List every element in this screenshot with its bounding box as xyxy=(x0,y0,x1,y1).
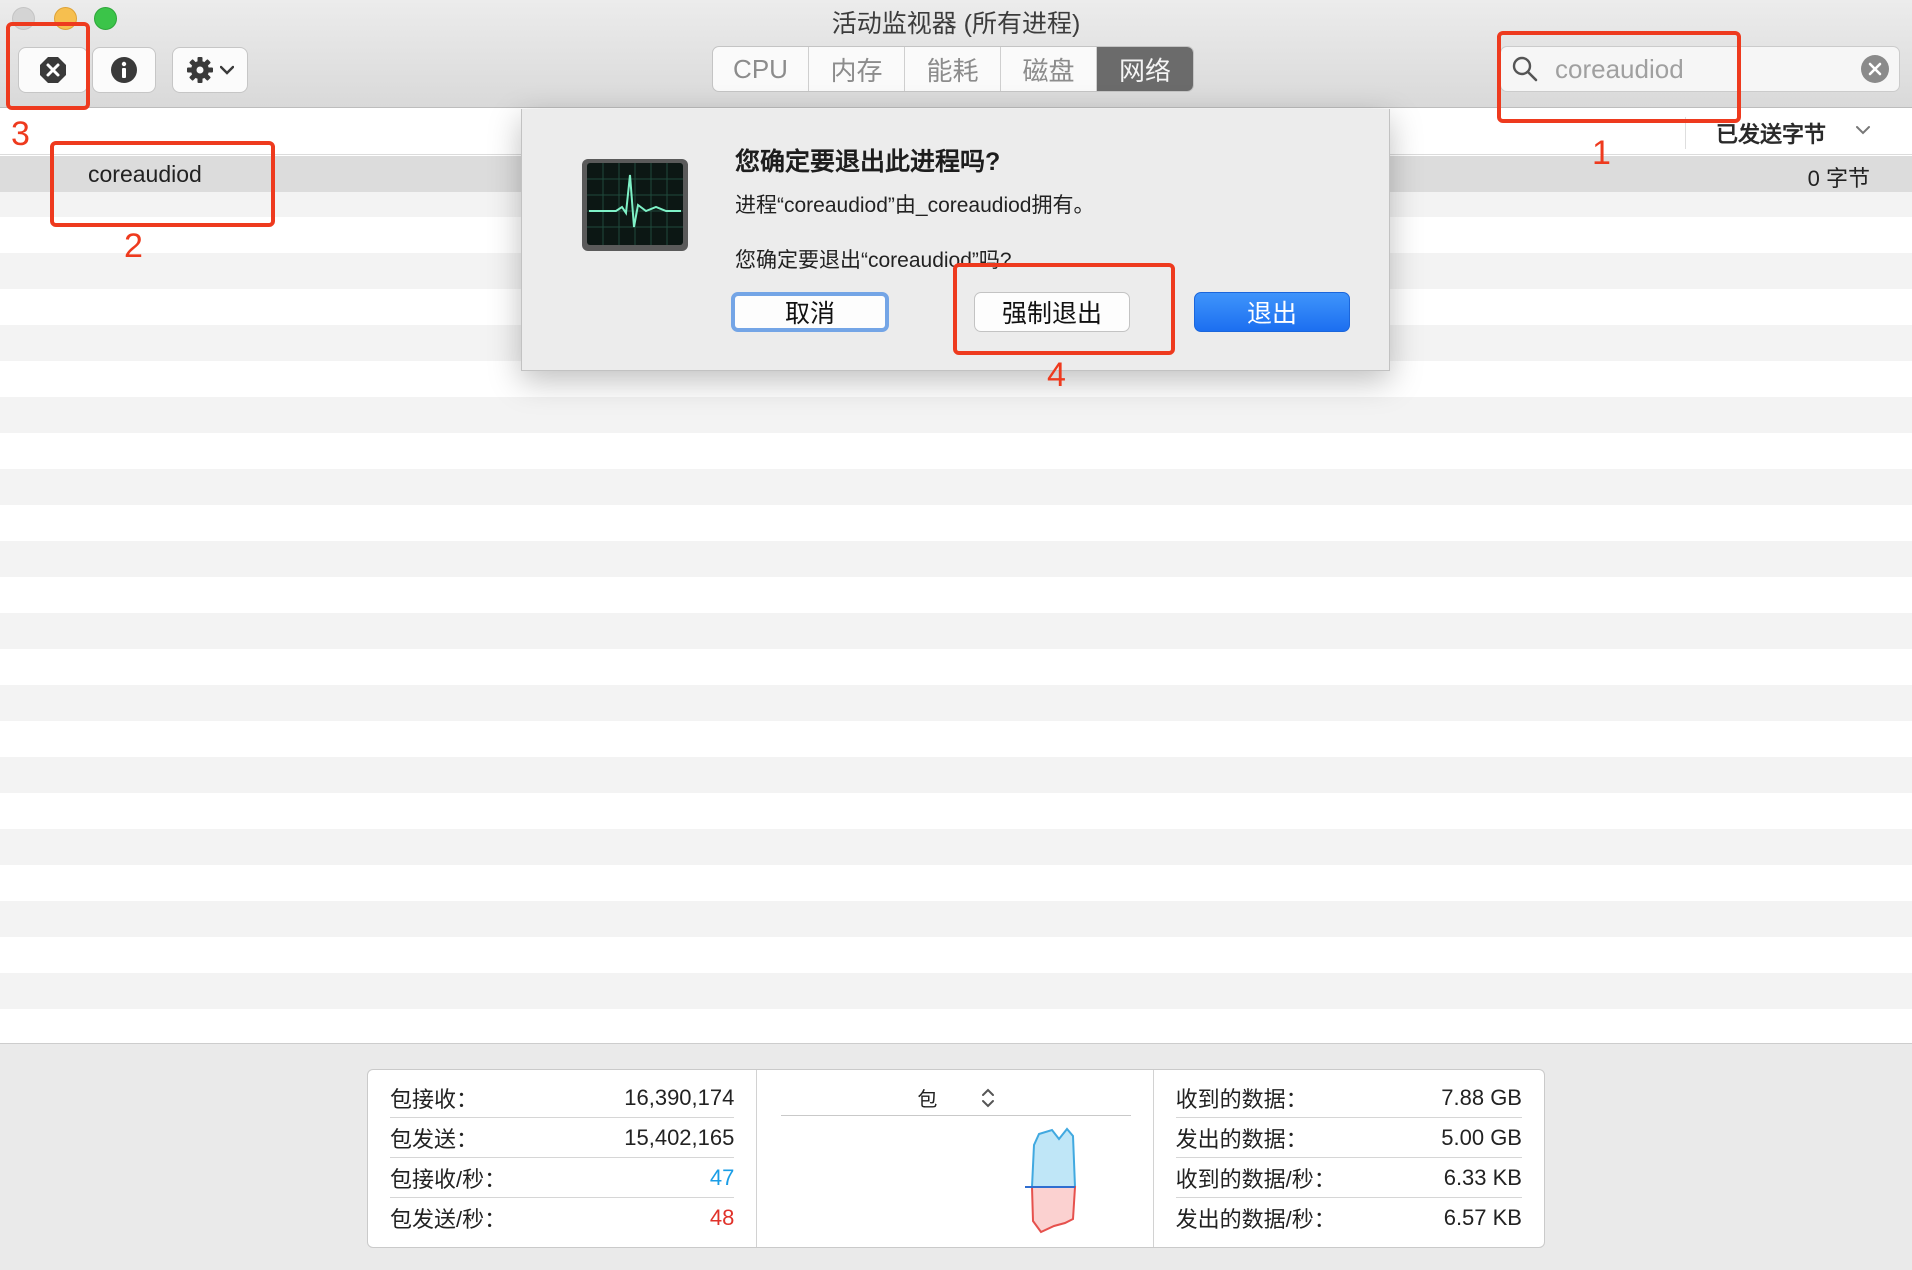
stat-row: 包发送： 15,402,165 xyxy=(390,1118,735,1158)
stat-value: 48 xyxy=(709,1205,735,1230)
stat-value: 7.88 GB xyxy=(1441,1084,1522,1110)
actions-menu-button[interactable] xyxy=(172,47,248,93)
annotation-box-process xyxy=(50,141,275,227)
stat-row: 包接收/秒： 47 xyxy=(390,1158,735,1198)
network-summary-panel: 包接收： 16,390,174 包发送： 15,402,165 包接收/秒： 4… xyxy=(0,1043,1912,1270)
chevron-down-icon xyxy=(220,65,234,75)
stat-label: 收到的数据： xyxy=(1175,1086,1308,1112)
stat-value: 16,390,174 xyxy=(624,1084,735,1110)
data-stats: 收到的数据： 7.88 GB 发出的数据： 5.00 GB 收到的数据/秒： 6… xyxy=(1152,1070,1544,1247)
category-tabs: CPU 内存 能耗 磁盘 网络 xyxy=(712,46,1194,92)
clear-search-button[interactable] xyxy=(1861,55,1889,83)
stat-row: 发出的数据： 5.00 GB xyxy=(1175,1118,1522,1158)
stat-row: 包发送/秒： 48 xyxy=(390,1198,734,1238)
network-activity-graph xyxy=(1025,1127,1077,1234)
annotation-number: 4 xyxy=(1047,356,1066,394)
annotation-box-force-quit xyxy=(953,263,1175,355)
annotation-number: 3 xyxy=(11,115,30,153)
stat-label: 包接收/秒： xyxy=(390,1166,507,1192)
stat-row: 收到的数据/秒： 6.33 KB xyxy=(1175,1158,1522,1198)
annotation-number: 2 xyxy=(124,227,143,265)
stat-label: 发出的数据/秒： xyxy=(1175,1207,1336,1232)
process-sent-bytes: 0 字节 xyxy=(1807,166,1870,191)
tab-energy[interactable]: 能耗 xyxy=(905,47,1001,91)
chevron-down-icon[interactable] xyxy=(1854,121,1872,139)
annotation-box-search xyxy=(1497,31,1741,123)
stat-row: 包接收： 16,390,174 xyxy=(390,1078,735,1118)
stat-label: 包发送： xyxy=(390,1126,479,1152)
stat-label: 发出的数据： xyxy=(1175,1126,1308,1152)
stat-value: 15,402,165 xyxy=(624,1124,735,1150)
stat-value: 47 xyxy=(709,1164,735,1190)
stats-box: 包接收： 16,390,174 包发送： 15,402,165 包接收/秒： 4… xyxy=(367,1069,1545,1248)
stat-label: 收到的数据/秒： xyxy=(1175,1166,1336,1192)
tab-memory[interactable]: 内存 xyxy=(809,47,905,91)
activity-monitor-icon xyxy=(582,159,688,251)
inspect-process-button[interactable] xyxy=(92,47,156,93)
annotation-box-quit-button xyxy=(6,22,90,110)
dialog-title: 您确定要退出此进程吗? xyxy=(735,148,1001,176)
stat-value: 6.57 KB xyxy=(1443,1205,1522,1230)
annotation-number: 1 xyxy=(1592,134,1611,172)
stat-label: 包发送/秒： xyxy=(390,1207,507,1232)
stat-value: 6.33 KB xyxy=(1443,1164,1522,1190)
info-icon xyxy=(111,57,137,83)
dialog-owner-message: 进程“coreaudiod”由_coreaudiod拥有。 xyxy=(735,194,1095,217)
tab-disk[interactable]: 磁盘 xyxy=(1001,47,1097,91)
quit-button[interactable]: 退出 xyxy=(1194,292,1350,332)
tab-cpu[interactable]: CPU xyxy=(713,47,809,91)
stat-row: 收到的数据： 7.88 GB xyxy=(1175,1078,1522,1118)
packets-stats: 包接收： 16,390,174 包发送： 15,402,165 包接收/秒： 4… xyxy=(368,1070,758,1247)
stat-value: 5.00 GB xyxy=(1441,1124,1522,1150)
close-icon xyxy=(1868,62,1882,76)
stat-row: 发出的数据/秒： 6.57 KB xyxy=(1176,1198,1522,1238)
cancel-button[interactable]: 取消 xyxy=(731,292,889,332)
tab-network[interactable]: 网络 xyxy=(1097,47,1193,91)
network-graph: 包 xyxy=(757,1070,1152,1247)
stat-label: 包接收： xyxy=(390,1086,479,1112)
gear-icon xyxy=(187,57,213,83)
